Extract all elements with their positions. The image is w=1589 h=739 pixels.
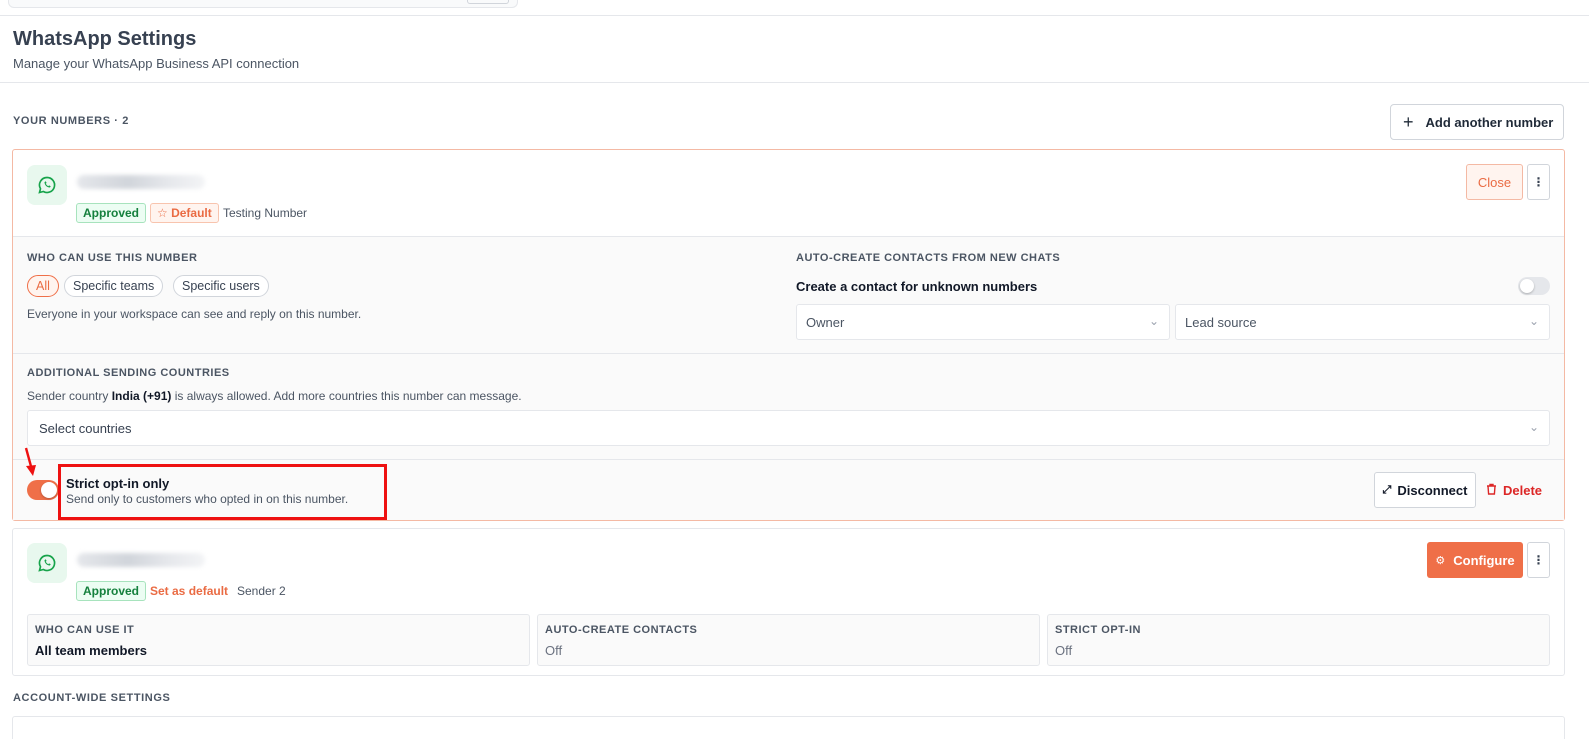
divider <box>13 459 1564 460</box>
trash-icon <box>1486 483 1497 498</box>
configure-label: Configure <box>1453 552 1515 568</box>
number-card-2: Approved Set as default Sender 2 ⚙ Confi… <box>12 528 1565 676</box>
countries-label: ADDITIONAL SENDING COUNTRIES <box>27 367 230 379</box>
stat-auto-create: AUTO-CREATE CONTACTS Off <box>537 614 1040 666</box>
stat-value: Off <box>545 643 563 658</box>
sender-country: India (+91) <box>111 389 172 403</box>
default-badge-label: Default <box>171 206 212 220</box>
top-bar <box>0 0 1589 16</box>
gear-icon: ⚙ <box>1435 554 1446 567</box>
default-badge: ☆ Default <box>150 203 219 223</box>
stat-label: WHO CAN USE IT <box>35 624 135 636</box>
stat-label: STRICT OPT-IN <box>1055 624 1141 636</box>
star-icon: ☆ <box>157 206 172 220</box>
access-option-teams[interactable]: Specific teams <box>64 275 164 297</box>
unlink-icon: ⤢ <box>1382 483 1392 496</box>
access-option-all[interactable]: All <box>27 275 59 297</box>
countries-select[interactable]: Select countries ⌄ <box>27 410 1550 446</box>
search-input[interactable] <box>8 0 518 8</box>
access-helper-text: Everyone in your workspace can see and r… <box>27 307 362 321</box>
strict-optin-toggle[interactable] <box>27 480 59 500</box>
phone-number-redacted <box>77 553 205 567</box>
chevron-down-icon: ⌄ <box>1528 420 1539 434</box>
disconnect-button[interactable]: ⤢ Disconnect <box>1374 472 1476 508</box>
countries-helper-suffix: is always allowed. Add more countries th… <box>171 389 522 403</box>
stat-strict-optin: STRICT OPT-IN Off <box>1047 614 1550 666</box>
auto-create-label: AUTO-CREATE CONTACTS FROM NEW CHATS <box>796 252 1061 264</box>
more-options-icon[interactable]: ⋮ <box>1527 542 1550 578</box>
close-button[interactable]: Close <box>1466 164 1523 200</box>
annotation-highlight-box <box>58 464 387 520</box>
countries-helper: Sender country India (+91) is always all… <box>27 389 522 403</box>
status-badge: Approved <box>76 581 147 601</box>
status-badge: Approved <box>76 203 147 223</box>
countries-helper-prefix: Sender country <box>27 389 112 403</box>
stat-value: All team members <box>35 643 147 658</box>
add-number-button[interactable]: + Add another number <box>1390 104 1564 140</box>
lead-source-select[interactable]: Lead source ⌄ <box>1175 304 1550 340</box>
access-option-users[interactable]: Specific users <box>173 275 269 297</box>
stat-label: AUTO-CREATE CONTACTS <box>545 624 698 636</box>
lead-source-select-value: Lead source <box>1185 314 1257 330</box>
plus-icon: + <box>1403 112 1414 132</box>
owner-select[interactable]: Owner ⌄ <box>796 304 1170 340</box>
shortcut-hint <box>467 0 509 4</box>
stat-who-can-use: WHO CAN USE IT All team members <box>27 614 530 666</box>
divider <box>13 353 1564 354</box>
countries-select-value: Select countries <box>39 420 132 436</box>
more-options-icon[interactable]: ⋮ <box>1527 164 1550 200</box>
delete-label: Delete <box>1503 482 1543 498</box>
whatsapp-icon <box>27 165 67 205</box>
auto-create-toggle[interactable] <box>1518 277 1550 295</box>
number-name: Testing Number <box>223 206 308 220</box>
configure-button[interactable]: ⚙ Configure <box>1427 542 1523 578</box>
number-name: Sender 2 <box>237 584 286 598</box>
page-header: WhatsApp Settings Manage your WhatsApp B… <box>0 16 1589 83</box>
set-default-link[interactable]: Set as default <box>150 584 228 598</box>
delete-button[interactable]: Delete <box>1486 472 1542 508</box>
page-subtitle: Manage your WhatsApp Business API connec… <box>13 56 300 71</box>
auto-create-title: Create a contact for unknown numbers <box>796 279 1038 294</box>
account-settings-card <box>12 716 1565 739</box>
add-number-label: Add another number <box>1425 114 1554 130</box>
chevron-down-icon: ⌄ <box>1528 314 1539 328</box>
who-can-use-label: WHO CAN USE THIS NUMBER <box>27 252 198 264</box>
disconnect-label: Disconnect <box>1397 482 1468 498</box>
annotation-arrow <box>24 447 36 476</box>
phone-number-redacted <box>77 175 205 189</box>
chevron-down-icon: ⌄ <box>1148 314 1159 328</box>
account-settings-label: ACCOUNT-WIDE SETTINGS <box>13 692 171 704</box>
stat-value: Off <box>1055 643 1073 658</box>
your-numbers-label: YOUR NUMBERS · 2 <box>13 115 129 127</box>
page-title: WhatsApp Settings <box>13 28 197 50</box>
whatsapp-icon <box>27 543 67 583</box>
owner-select-value: Owner <box>806 314 845 330</box>
